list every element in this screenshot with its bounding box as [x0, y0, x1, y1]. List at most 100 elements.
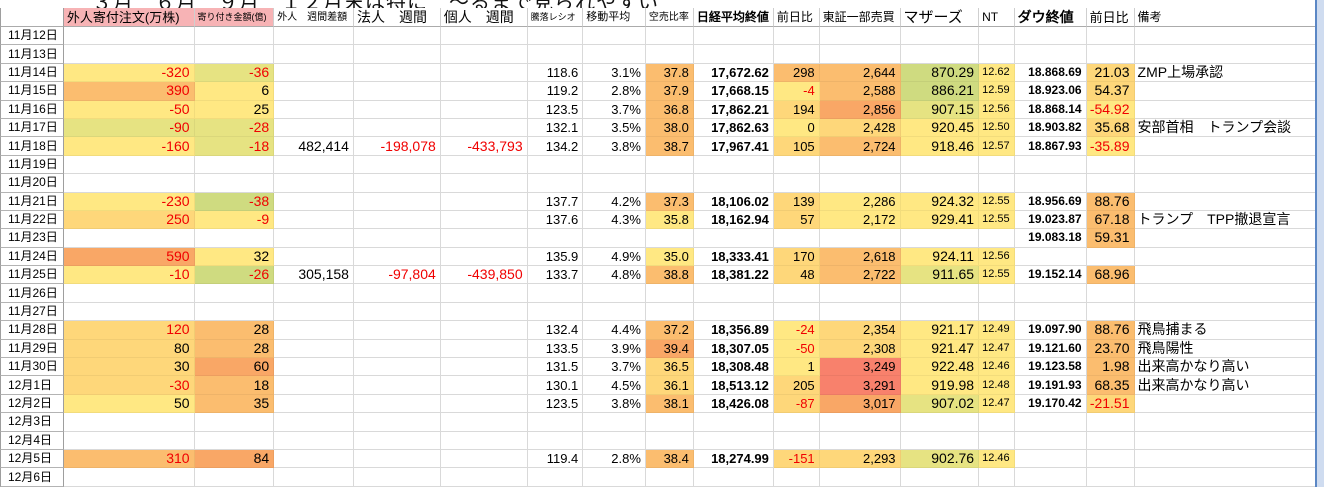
cell-b[interactable] — [64, 174, 195, 192]
cell-i[interactable] — [646, 303, 694, 321]
cell-p[interactable]: 88.76 — [1087, 193, 1135, 211]
cell-o[interactable] — [1015, 45, 1087, 63]
cell-d[interactable] — [274, 358, 354, 376]
cell-p[interactable] — [1087, 303, 1135, 321]
cell-b[interactable]: -320 — [64, 64, 195, 82]
column-header-k[interactable]: 前日比 — [774, 8, 820, 27]
cell-m[interactable]: 907.15 — [901, 101, 980, 119]
cell-q[interactable] — [1135, 174, 1324, 192]
cell-e[interactable] — [354, 284, 441, 302]
cell-c[interactable]: -9 — [195, 211, 275, 229]
cell-d[interactable] — [274, 211, 354, 229]
cell-e[interactable] — [354, 27, 441, 45]
cell-h[interactable]: 4.8% — [583, 266, 646, 284]
cell-b[interactable]: -230 — [64, 193, 195, 211]
cell-i[interactable] — [646, 45, 694, 63]
cell-k[interactable] — [774, 156, 820, 174]
cell-j[interactable] — [694, 27, 774, 45]
cell-c[interactable]: 25 — [195, 101, 275, 119]
column-header-d[interactable]: 外人 週間差額 — [274, 8, 354, 27]
cell-l[interactable]: 2,354 — [820, 321, 901, 339]
cell-q[interactable] — [1135, 45, 1324, 63]
cell-e[interactable] — [354, 303, 441, 321]
cell-d[interactable] — [274, 101, 354, 119]
cell-c[interactable]: 32 — [195, 248, 275, 266]
cell-b[interactable]: -90 — [64, 119, 195, 137]
cell-q[interactable] — [1135, 413, 1324, 431]
cell-i[interactable]: 38.1 — [646, 395, 694, 413]
cell-g[interactable] — [528, 303, 584, 321]
cell-o[interactable]: 18.923.06 — [1015, 82, 1087, 100]
cell-m[interactable]: 870.29 — [901, 64, 980, 82]
cell-n[interactable]: 12.55 — [979, 266, 1015, 284]
cell-m[interactable] — [901, 468, 980, 486]
cell-l[interactable] — [820, 303, 901, 321]
cell-q[interactable]: トランプ TPP撤退宣言 — [1135, 211, 1324, 229]
cell-g[interactable]: 119.2 — [528, 82, 584, 100]
cell-i[interactable] — [646, 229, 694, 247]
cell-l[interactable] — [820, 174, 901, 192]
column-header-g[interactable]: 騰落レシオ — [528, 8, 584, 27]
cell-d[interactable] — [274, 321, 354, 339]
cell-c[interactable] — [195, 432, 275, 450]
cell-b[interactable]: -160 — [64, 137, 195, 155]
column-header-n[interactable]: NT — [979, 8, 1015, 27]
cell-h[interactable] — [583, 303, 646, 321]
cell-d[interactable] — [274, 248, 354, 266]
cell-m[interactable]: 921.47 — [901, 340, 980, 358]
row-date[interactable]: 11月21日 — [0, 193, 64, 211]
cell-b[interactable]: 310 — [64, 450, 195, 468]
cell-l[interactable]: 2,293 — [820, 450, 901, 468]
cell-o[interactable] — [1015, 248, 1087, 266]
cell-b[interactable] — [64, 468, 195, 486]
cell-n[interactable] — [979, 303, 1015, 321]
cell-l[interactable]: 2,856 — [820, 101, 901, 119]
cell-k[interactable]: 48 — [774, 266, 820, 284]
cell-i[interactable]: 37.9 — [646, 82, 694, 100]
cell-i[interactable]: 36.5 — [646, 358, 694, 376]
cell-k[interactable] — [774, 174, 820, 192]
cell-f[interactable] — [441, 248, 528, 266]
cell-f[interactable]: -439,850 — [441, 266, 528, 284]
cell-j[interactable] — [694, 284, 774, 302]
window-right-edge-scrollbar[interactable] — [1315, 0, 1324, 487]
cell-f[interactable] — [441, 156, 528, 174]
cell-g[interactable] — [528, 284, 584, 302]
cell-m[interactable] — [901, 27, 980, 45]
cell-m[interactable]: 922.48 — [901, 358, 980, 376]
cell-f[interactable] — [441, 211, 528, 229]
cell-e[interactable] — [354, 321, 441, 339]
cell-o[interactable] — [1015, 156, 1087, 174]
cell-l[interactable]: 2,722 — [820, 266, 901, 284]
cell-j[interactable]: 17,862.21 — [694, 101, 774, 119]
cell-g[interactable]: 137.7 — [528, 193, 584, 211]
cell-e[interactable] — [354, 82, 441, 100]
row-date[interactable]: 11月25日 — [0, 266, 64, 284]
cell-g[interactable] — [528, 229, 584, 247]
cell-q[interactable]: 出来高かなり高い — [1135, 376, 1324, 394]
cell-f[interactable] — [441, 450, 528, 468]
cell-i[interactable]: 35.8 — [646, 211, 694, 229]
cell-p[interactable]: 88.76 — [1087, 321, 1135, 339]
cell-c[interactable]: 60 — [195, 358, 275, 376]
cell-c[interactable] — [195, 303, 275, 321]
cell-c[interactable] — [195, 27, 275, 45]
cell-h[interactable]: 4.4% — [583, 321, 646, 339]
cell-j[interactable]: 18,308.48 — [694, 358, 774, 376]
cell-c[interactable] — [195, 413, 275, 431]
row-date[interactable]: 11月13日 — [0, 45, 64, 63]
cell-l[interactable] — [820, 468, 901, 486]
cell-o[interactable]: 18.903.82 — [1015, 119, 1087, 137]
cell-l[interactable] — [820, 284, 901, 302]
cell-c[interactable]: 84 — [195, 450, 275, 468]
cell-k[interactable] — [774, 284, 820, 302]
cell-m[interactable]: 921.17 — [901, 321, 980, 339]
cell-c[interactable] — [195, 156, 275, 174]
cell-b[interactable]: 120 — [64, 321, 195, 339]
cell-j[interactable]: 17,862.63 — [694, 119, 774, 137]
cell-j[interactable]: 17,672.62 — [694, 64, 774, 82]
cell-h[interactable]: 2.8% — [583, 450, 646, 468]
cell-o[interactable]: 18.868.69 — [1015, 64, 1087, 82]
cell-o[interactable]: 18.956.69 — [1015, 193, 1087, 211]
cell-i[interactable]: 35.0 — [646, 248, 694, 266]
